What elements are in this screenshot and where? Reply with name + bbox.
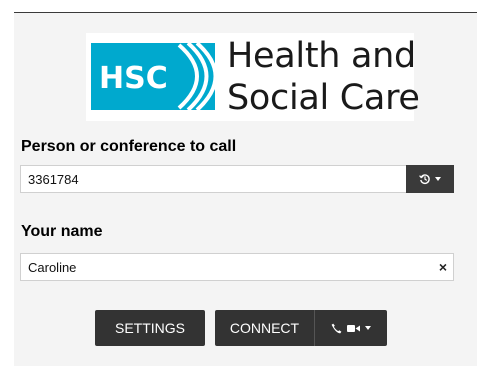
name-field: × xyxy=(20,253,454,281)
call-input[interactable] xyxy=(21,166,407,192)
chevron-down-icon xyxy=(435,177,441,181)
hsc-logo-badge: HSC xyxy=(91,43,215,110)
name-field-label: Your name xyxy=(21,223,103,240)
history-icon xyxy=(419,174,430,184)
video-camera-icon xyxy=(347,324,360,332)
clear-name-button[interactable]: × xyxy=(439,254,447,280)
settings-button[interactable]: SETTINGS xyxy=(95,310,205,346)
chevron-down-icon xyxy=(365,326,371,330)
history-dropdown-button[interactable] xyxy=(406,165,454,193)
connect-button[interactable]: CONNECT xyxy=(215,310,314,346)
name-input[interactable] xyxy=(21,254,421,280)
hsc-badge-text: HSC xyxy=(99,61,168,96)
phone-icon xyxy=(331,323,342,333)
connect-button-group: CONNECT xyxy=(215,310,387,346)
call-field-label: Person or conference to call xyxy=(21,138,237,155)
call-mode-dropdown-button[interactable] xyxy=(315,310,387,346)
logo-wordmark: Health and Social Care xyxy=(227,35,420,119)
logo-line-1: Health and xyxy=(227,36,416,76)
call-field xyxy=(20,165,454,193)
logo-line-2: Social Care xyxy=(227,78,420,118)
hsc-logo: HSC Health and Social Care xyxy=(86,33,420,121)
